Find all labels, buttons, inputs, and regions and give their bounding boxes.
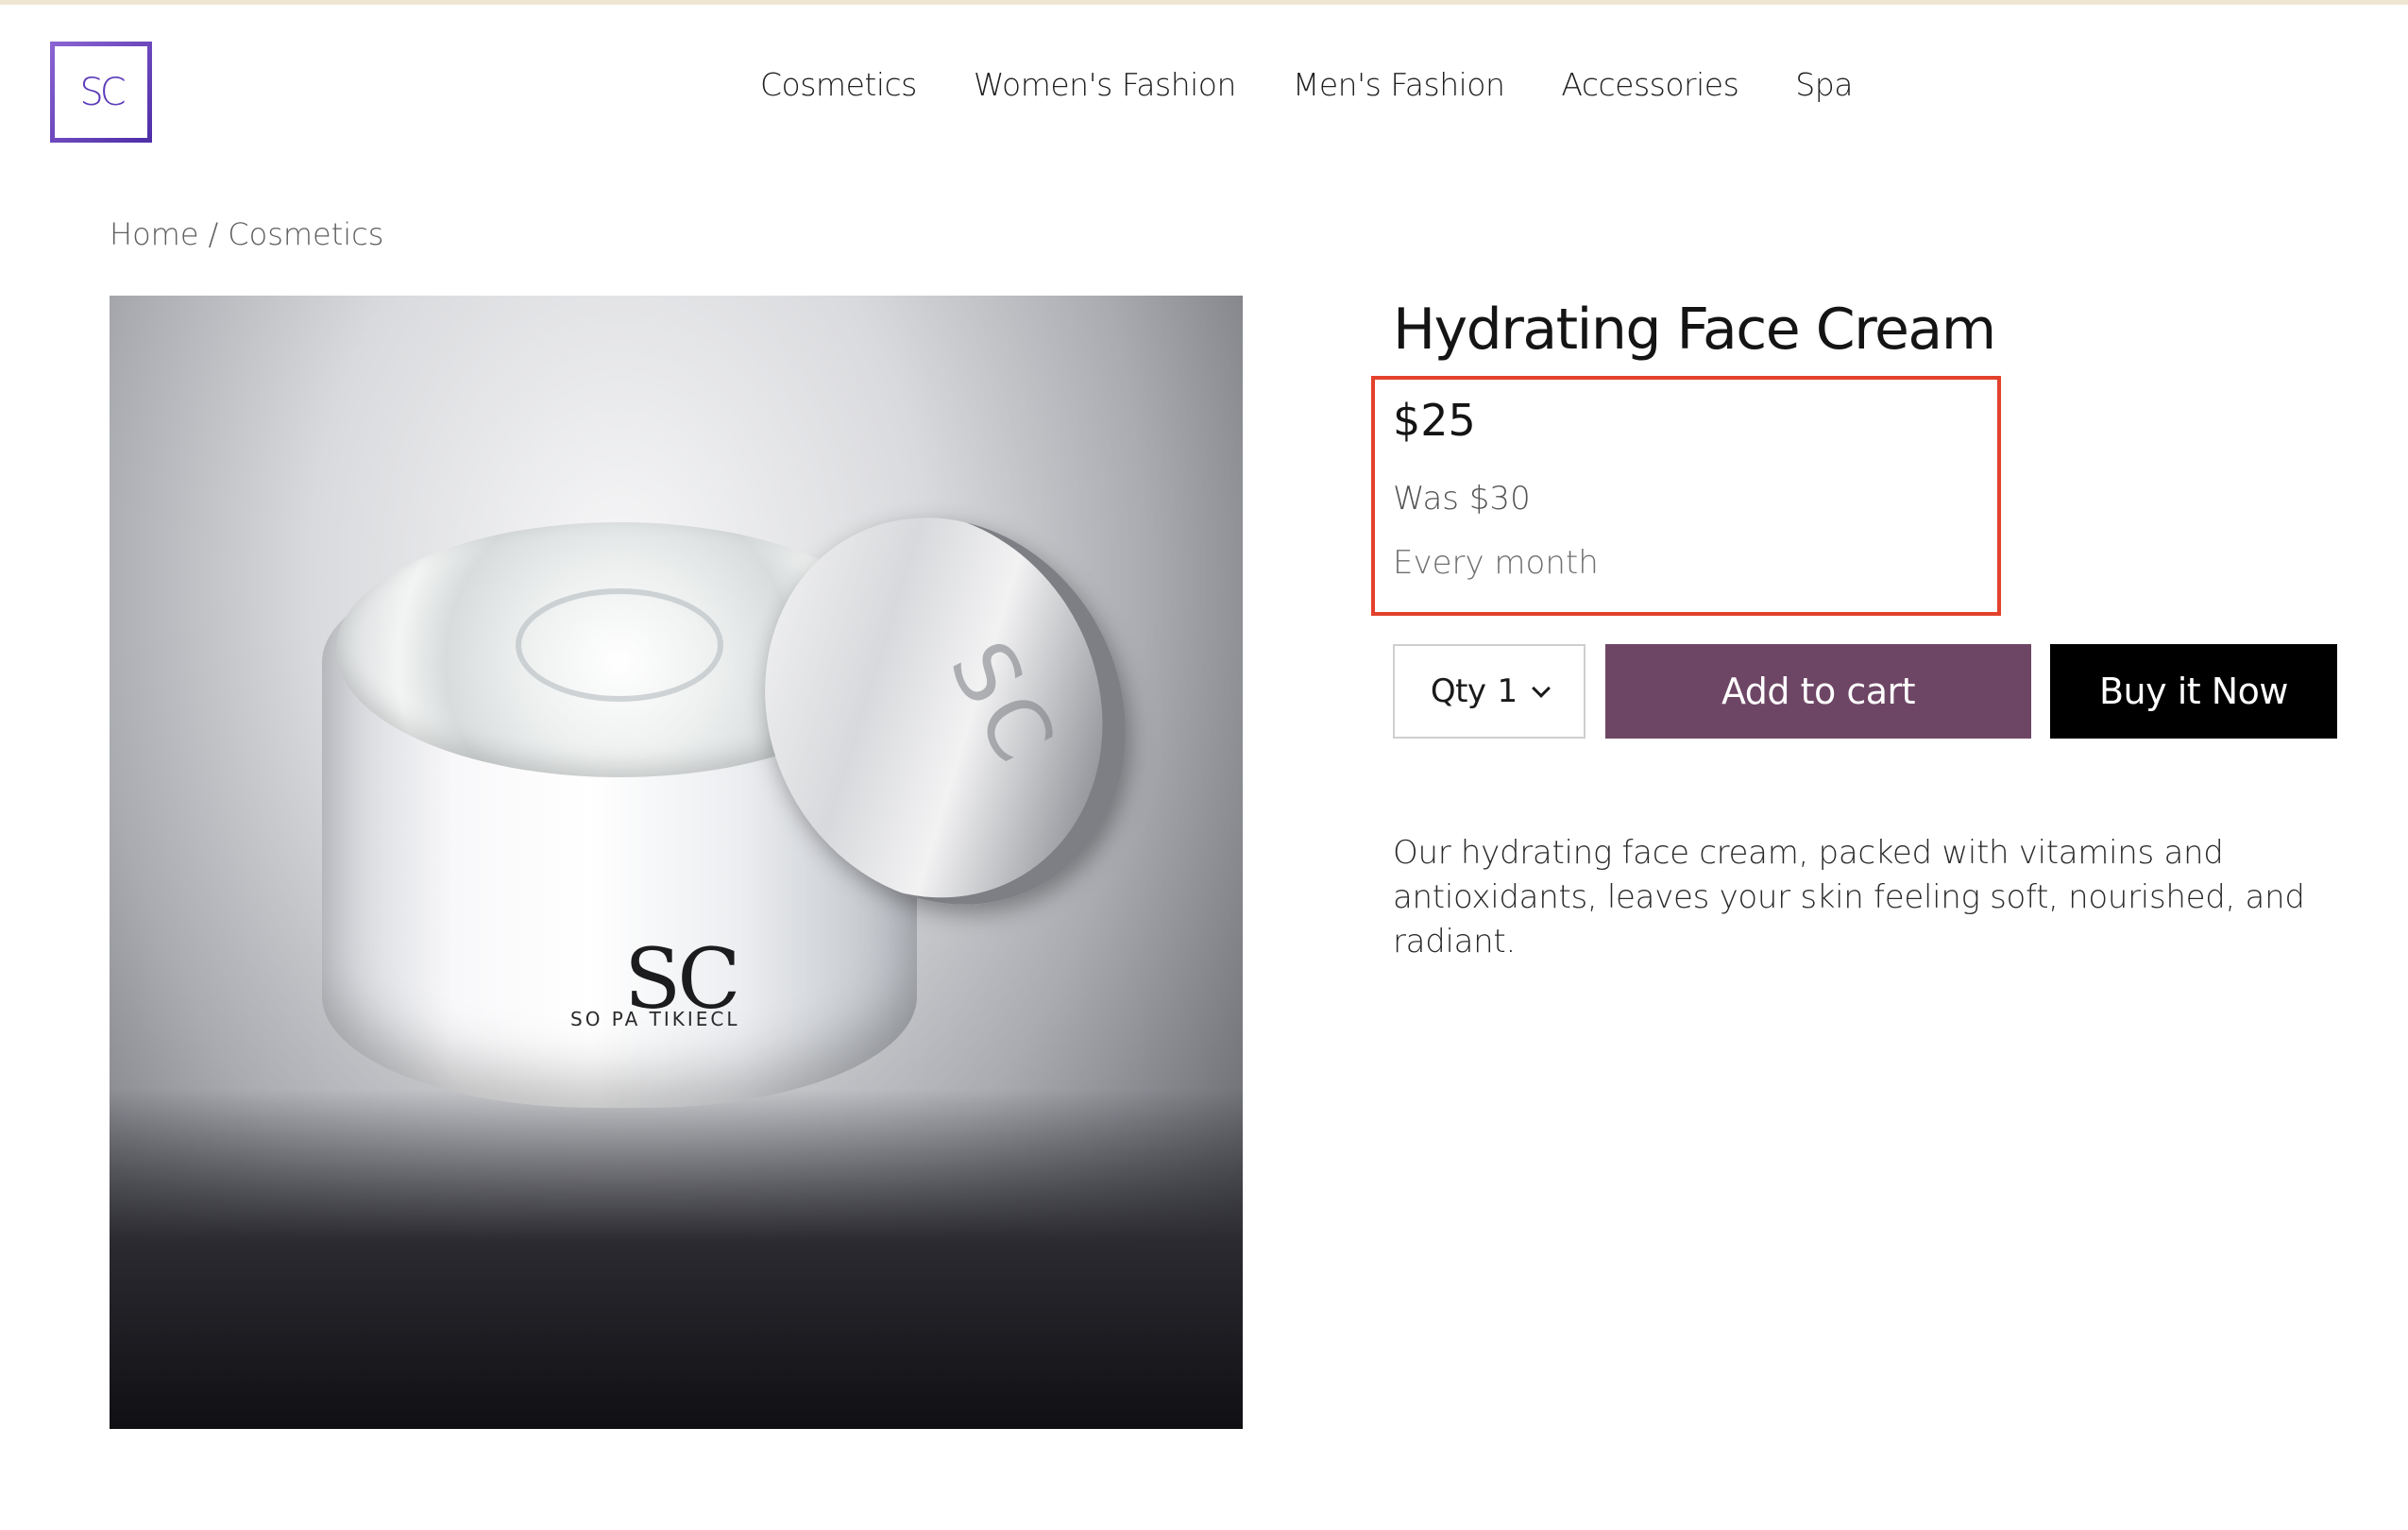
- product-was-price: Was $30: [1393, 480, 1531, 518]
- nav-item-womens-fashion[interactable]: Women's Fashion: [974, 66, 1237, 103]
- cream-swirl: [516, 588, 723, 702]
- image-reflection: [110, 1089, 1243, 1429]
- main-nav: Cosmetics Women's Fashion Men's Fashion …: [760, 66, 1853, 103]
- chevron-down-icon: [1532, 679, 1552, 698]
- quantity-select[interactable]: Qty 1: [1393, 644, 1586, 739]
- subscription-frequency: Every month: [1393, 544, 1599, 582]
- breadcrumb-separator: /: [208, 216, 219, 252]
- nav-item-spa[interactable]: Spa: [1795, 66, 1853, 103]
- top-accent-line: [0, 0, 2408, 5]
- breadcrumb-home[interactable]: Home: [110, 216, 199, 252]
- product-image[interactable]: SC SC SO PA TIKIECL: [110, 296, 1243, 1429]
- buy-now-button[interactable]: Buy it Now: [2050, 644, 2337, 739]
- product-price: $25: [1393, 395, 1476, 446]
- jar-brand-subtext: SO PA TIKIECL: [570, 1008, 740, 1030]
- nav-item-mens-fashion[interactable]: Men's Fashion: [1293, 66, 1505, 103]
- product-description: Our hydrating face cream, packed with vi…: [1393, 834, 2305, 960]
- add-to-cart-button[interactable]: Add to cart: [1605, 644, 2031, 739]
- nav-item-accessories[interactable]: Accessories: [1561, 66, 1738, 103]
- nav-item-cosmetics[interactable]: Cosmetics: [760, 66, 917, 103]
- breadcrumb-current[interactable]: Cosmetics: [228, 216, 383, 252]
- logo-text: SC: [79, 70, 126, 114]
- quantity-label: Qty: [1430, 672, 1486, 710]
- product-title: Hydrating Face Cream: [1393, 297, 1996, 363]
- breadcrumb: Home / Cosmetics: [110, 216, 383, 252]
- site-logo[interactable]: SC: [50, 42, 152, 143]
- quantity-value: 1: [1497, 672, 1518, 710]
